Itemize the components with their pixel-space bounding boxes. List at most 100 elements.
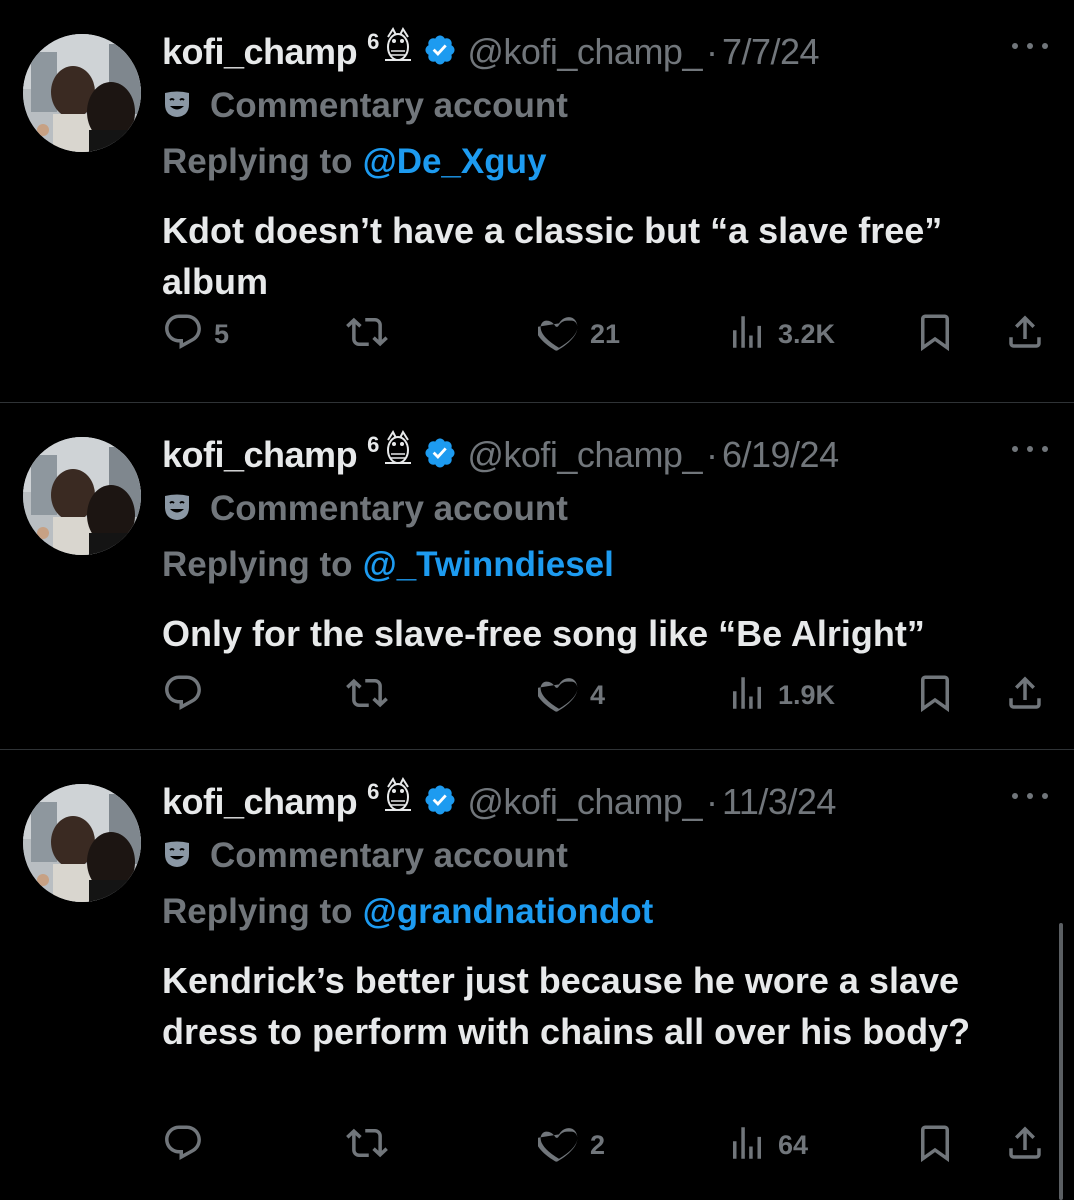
tweet-text: Kdot doesn’t have a classic but “a slave… [162, 210, 943, 302]
reply-icon [162, 672, 204, 719]
reply-icon [162, 311, 204, 358]
account-label-text: Commentary account [210, 489, 568, 528]
name-superscript: 6 [367, 779, 380, 804]
more-options-icon[interactable] [1012, 36, 1048, 56]
avatar[interactable] [23, 34, 141, 152]
retweet-button[interactable] [346, 673, 398, 717]
share-button[interactable] [1004, 1123, 1046, 1167]
tweet-date[interactable]: 11/3/24 [722, 781, 836, 823]
name-superscript: 6 [367, 29, 380, 54]
replying-to-handle[interactable]: @grandnationdot [363, 892, 654, 932]
views-button[interactable]: 1.9K [726, 673, 835, 717]
owl-emoji-icon [381, 775, 415, 818]
display-name[interactable]: kofi_champ [162, 434, 358, 476]
verified-badge-icon[interactable] [423, 436, 457, 475]
bookmark-button[interactable] [914, 673, 956, 717]
tweet-actions: 4 1.9K [162, 673, 1052, 717]
analytics-icon [726, 311, 768, 358]
replying-to-handle[interactable]: @De_Xguy [363, 142, 547, 182]
account-label[interactable]: Commentary account [162, 487, 568, 531]
tweet-actions: 5 21 3.2K [162, 312, 1052, 356]
verified-badge-icon[interactable] [423, 33, 457, 72]
analytics-icon [726, 672, 768, 719]
theater-mask-icon [162, 492, 192, 527]
replying-to-label: Replying to [162, 545, 353, 584]
tweet-text: Kendrick’s better just because he wore a… [162, 960, 971, 1052]
heart-icon [535, 672, 580, 719]
reply-count: 5 [214, 318, 230, 349]
like-button[interactable]: 2 [535, 1122, 606, 1169]
retweet-button[interactable] [346, 1123, 398, 1167]
name-superscript: 6 [367, 432, 380, 457]
tweet-actions: 2 64 [162, 1123, 1052, 1167]
scrollbar[interactable] [1059, 923, 1063, 1200]
account-label[interactable]: Commentary account [162, 84, 568, 128]
reply-icon [162, 1122, 204, 1169]
heart-icon [535, 311, 580, 358]
like-count: 21 [590, 318, 621, 349]
bookmark-icon [914, 672, 956, 719]
view-count: 3.2K [778, 318, 836, 349]
account-label[interactable]: Commentary account [162, 834, 568, 878]
separator-dot: · [705, 31, 718, 72]
replying-to: Replying to @De_Xguy [162, 140, 546, 184]
replying-to: Replying to @_Twinndiesel [162, 543, 614, 587]
replying-to-label: Replying to [162, 142, 353, 181]
bookmark-button[interactable] [914, 312, 956, 356]
avatar[interactable] [23, 784, 141, 902]
tweet-header: kofi_champ 6 @kofi_champ_ · 6/19/24 [162, 428, 839, 479]
share-icon [1004, 311, 1046, 358]
replying-to-label: Replying to [162, 892, 353, 931]
retweet-icon [346, 311, 388, 358]
display-name[interactable]: kofi_champ [162, 31, 358, 73]
share-button[interactable] [1004, 312, 1046, 356]
replying-to-handle[interactable]: @_Twinndiesel [363, 545, 614, 585]
bookmark-icon [914, 311, 956, 358]
tweet-text: Only for the slave-free song like “Be Al… [162, 613, 925, 654]
retweet-icon [346, 672, 388, 719]
like-count: 2 [590, 1129, 606, 1160]
avatar[interactable] [23, 437, 141, 555]
retweet-button[interactable] [346, 312, 398, 356]
view-count: 64 [778, 1129, 809, 1160]
tweet-header: kofi_champ 6 @kofi_champ_ · 11/3/24 [162, 775, 836, 826]
views-button[interactable]: 3.2K [726, 312, 835, 356]
retweet-icon [346, 1122, 388, 1169]
reply-button[interactable] [162, 1123, 214, 1167]
tweet-date[interactable]: 7/7/24 [722, 31, 820, 73]
like-count: 4 [590, 679, 606, 710]
separator-dot: · [705, 434, 718, 475]
bookmark-icon [914, 1122, 956, 1169]
views-button[interactable]: 64 [726, 1123, 808, 1167]
like-button[interactable]: 4 [535, 672, 606, 719]
verified-badge-icon[interactable] [423, 783, 457, 822]
owl-emoji-icon [381, 428, 415, 471]
tweet[interactable]: kofi_champ 6 @kofi_champ_ · 6/19/24 Comm… [0, 403, 1074, 749]
owl-emoji-icon [381, 25, 415, 68]
like-button[interactable]: 21 [535, 311, 621, 358]
user-handle[interactable]: @kofi_champ_ [467, 781, 702, 823]
replying-to: Replying to @grandnationdot [162, 890, 653, 934]
tweet[interactable]: kofi_champ 6 @kofi_champ_ · 7/7/24 Comme… [0, 0, 1074, 402]
tweet-header: kofi_champ 6 @kofi_champ_ · 7/7/24 [162, 25, 820, 76]
theater-mask-icon [162, 89, 192, 124]
view-count: 1.9K [778, 679, 836, 710]
account-label-text: Commentary account [210, 86, 568, 125]
share-button[interactable] [1004, 673, 1046, 717]
display-name[interactable]: kofi_champ [162, 781, 358, 823]
bookmark-button[interactable] [914, 1123, 956, 1167]
user-handle[interactable]: @kofi_champ_ [467, 434, 702, 476]
separator-dot: · [705, 781, 718, 822]
heart-icon [535, 1122, 580, 1169]
more-options-icon[interactable] [1012, 439, 1048, 459]
analytics-icon [726, 1122, 768, 1169]
theater-mask-icon [162, 839, 192, 874]
reply-button[interactable]: 5 [162, 312, 229, 356]
reply-button[interactable] [162, 673, 214, 717]
more-options-icon[interactable] [1012, 786, 1048, 806]
tweet-date[interactable]: 6/19/24 [722, 434, 839, 476]
share-icon [1004, 672, 1046, 719]
user-handle[interactable]: @kofi_champ_ [467, 31, 702, 73]
tweet[interactable]: kofi_champ 6 @kofi_champ_ · 11/3/24 Comm… [0, 750, 1074, 1200]
share-icon [1004, 1122, 1046, 1169]
